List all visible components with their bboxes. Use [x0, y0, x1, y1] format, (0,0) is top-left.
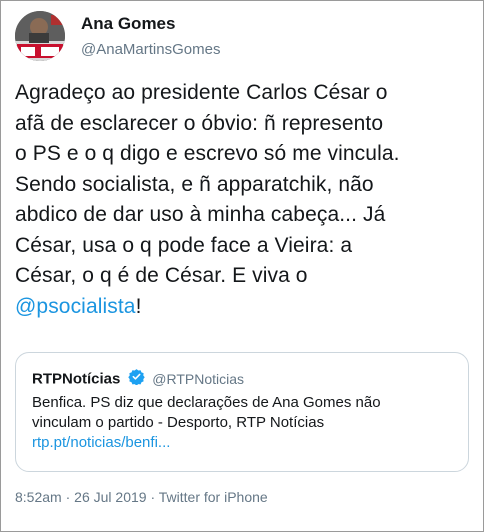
tweet-date[interactable]: 26 Jul 2019 — [74, 489, 146, 505]
tweet-line: afã de esclarecer o óbvio: ñ represento — [15, 111, 384, 135]
tweet-line: César, o q é de César. E viva o — [15, 264, 308, 287]
tweet-line: o PS e o q digo e escrevo só me vincula. — [15, 142, 400, 165]
tweet-line: Sendo socialista, e ñ apparatchik, não — [15, 172, 374, 196]
tweet-punctuation: ! — [135, 294, 142, 318]
tweet-line: César, usa o q pode face a Vieira: a — [15, 233, 353, 257]
quoted-header: RTPNotícias @RTPNoticias — [32, 368, 244, 388]
author-names: Ana Gomes @AnaMartinsGomes — [81, 13, 220, 61]
author-display-name[interactable]: Ana Gomes — [81, 13, 220, 35]
quoted-link[interactable]: rtp.pt/noticias/benfi... — [32, 433, 452, 453]
tweet-text: Agradeço ao presidente Carlos César o af… — [15, 78, 475, 322]
quoted-line: Benfica. PS diz que declarações de Ana G… — [32, 394, 381, 411]
tweet-time[interactable]: 8:52am — [15, 489, 62, 505]
tweet-card: Ana Gomes @AnaMartinsGomes Agradeço ao p… — [0, 0, 484, 532]
tweet-line: Agradeço ao presidente Carlos César o — [15, 81, 388, 104]
author-avatar[interactable] — [15, 11, 65, 61]
quoted-display-name[interactable]: RTPNotícias — [32, 371, 120, 388]
tweet-line: abdico de dar uso à minha cabeça... Já — [15, 203, 386, 226]
tweet-header: Ana Gomes @AnaMartinsGomes — [15, 11, 471, 65]
verified-badge-icon — [128, 368, 145, 390]
quoted-line: vinculam o partido - Desporto, RTP Notíc… — [32, 414, 325, 431]
author-handle[interactable]: @AnaMartinsGomes — [81, 39, 220, 61]
tweet-source[interactable]: Twitter for iPhone — [159, 489, 268, 505]
quoted-handle[interactable]: @RTPNoticias — [152, 371, 244, 387]
mention-link[interactable]: @psocialista — [15, 295, 136, 318]
quoted-text: Benfica. PS diz que declarações de Ana G… — [32, 393, 452, 453]
avatar-image — [15, 11, 65, 61]
meta-separator: · — [146, 489, 159, 505]
meta-separator: · — [61, 489, 75, 505]
tweet-line-last: @psocialista! — [15, 292, 475, 323]
quoted-tweet[interactable]: RTPNotícias @RTPNoticias Benfica. PS diz… — [15, 352, 469, 472]
tweet-meta: 8:52am · 26 Jul 2019 · Twitter for iPhon… — [15, 489, 268, 505]
